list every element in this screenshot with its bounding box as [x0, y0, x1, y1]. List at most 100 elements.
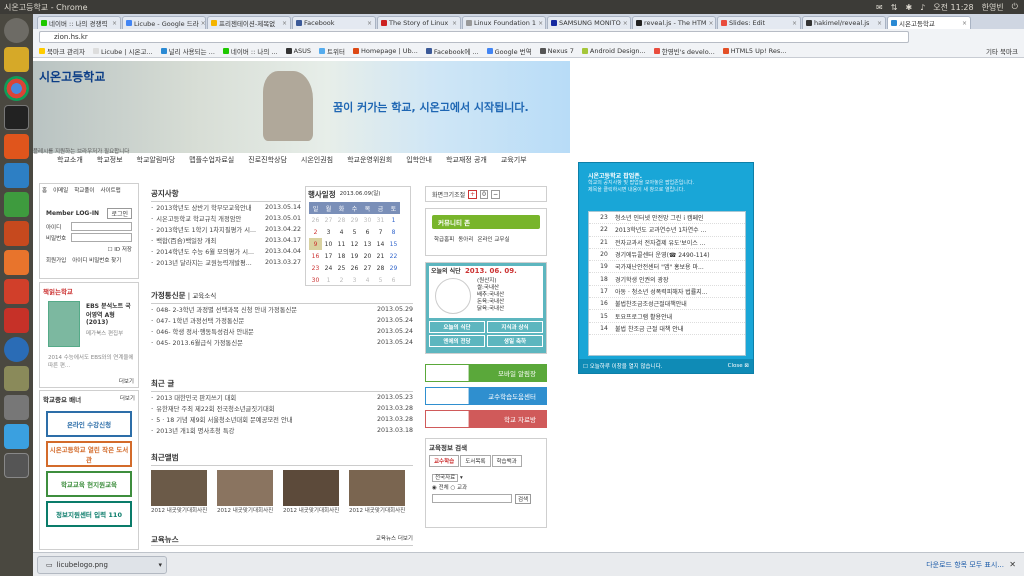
- power-icon[interactable]: ⏻: [1012, 2, 1018, 12]
- calendar-date[interactable]: 23: [309, 262, 322, 274]
- calendar-date[interactable]: 20: [361, 250, 374, 262]
- calendar-date[interactable]: 30: [361, 214, 374, 226]
- terminal-icon[interactable]: [4, 105, 29, 130]
- tab-close-icon[interactable]: ×: [201, 20, 205, 27]
- popup-row[interactable]: 14 불법 찬조금 근절 대책 안내: [589, 323, 745, 335]
- ubuntu-one-icon[interactable]: [4, 279, 29, 304]
- tab-close-icon[interactable]: ×: [367, 20, 372, 27]
- community-link[interactable]: 동아리: [458, 235, 473, 243]
- tab-close-icon[interactable]: ×: [112, 20, 117, 27]
- calendar-date[interactable]: 29: [348, 214, 361, 226]
- popup-row-title[interactable]: 불법 찬조금 근절 대책 안내: [615, 324, 683, 333]
- zoom-reset-button[interactable]: 0: [480, 189, 488, 199]
- tab-close-icon[interactable]: ×: [282, 20, 287, 27]
- files-icon[interactable]: [4, 47, 29, 72]
- calendar-date[interactable]: 19: [348, 250, 361, 262]
- banners-more[interactable]: 더보기: [120, 394, 135, 404]
- writer-icon[interactable]: [4, 163, 29, 188]
- nav-item[interactable]: 학교소개: [57, 155, 83, 165]
- tab[interactable]: Licube - Google 드라 ×: [122, 16, 206, 29]
- tab[interactable]: Facebook ×: [292, 16, 376, 29]
- tab-close-icon[interactable]: ×: [623, 20, 628, 27]
- meal-button[interactable]: 오늘의 식단: [429, 321, 485, 333]
- calendar-date[interactable]: 30: [309, 274, 322, 286]
- popup-row-title[interactable]: 국가재난안전센터 "앱" 홍보용 마...: [615, 262, 704, 271]
- bookmark[interactable]: Licube | 시온고...: [92, 46, 153, 56]
- nav-item[interactable]: 맵플수업자료실: [189, 155, 234, 165]
- popup-row-title[interactable]: 경기에듀콜센터 운영(☎ 2490-114): [615, 250, 710, 259]
- popup-row[interactable]: 19 국가재난안전센터 "앱" 홍보용 마...: [589, 261, 745, 274]
- search-tab[interactable]: 교수학습: [429, 455, 460, 467]
- list-item[interactable]: · 045- 2013.6월급식 가정통신문 2013.05.24: [151, 337, 413, 348]
- network-icon[interactable]: ⇅: [891, 3, 898, 12]
- popup-close-button[interactable]: Close ⊠: [728, 363, 749, 369]
- tab[interactable]: Linux Foundation 1 ×: [462, 16, 546, 29]
- calendar-date[interactable]: 21: [374, 250, 387, 262]
- list-item-title[interactable]: 시온고등학교 학교규칙 개정암안: [156, 214, 265, 223]
- popup-row[interactable]: 20 경기에듀콜센터 운영(☎ 2490-114): [589, 249, 745, 262]
- calendar-date[interactable]: 11: [335, 238, 348, 250]
- edu-news-more[interactable]: 교육뉴스 더보기: [376, 534, 413, 545]
- list-item[interactable]: · 2013년 개1회 명사초청 특강 2013.03.18: [151, 425, 413, 436]
- url-input[interactable]: zion.hs.kr: [39, 30, 909, 43]
- list-item[interactable]: · 2013년 달라지는 교원능력개발평... 2013.03.27: [151, 257, 301, 268]
- clock[interactable]: 오전 11:28: [933, 2, 973, 13]
- bookmark[interactable]: Android Design...: [581, 47, 646, 55]
- album-photo[interactable]: [217, 470, 273, 506]
- chrome-icon[interactable]: [4, 76, 29, 101]
- community-link[interactable]: 학급홈피: [434, 235, 454, 243]
- album-photo[interactable]: [283, 470, 339, 506]
- list-item[interactable]: · 백합(百合)백일장 개최 2013.04.17: [151, 235, 301, 246]
- list-item[interactable]: · 2013학년도 1학기 1차지필평가 시... 2013.04.22: [151, 224, 301, 235]
- popup-dont-show[interactable]: ☐ 오늘하루 이창을 열지 않습니다.: [583, 362, 662, 370]
- book-cover[interactable]: [48, 301, 80, 347]
- tab-close-icon[interactable]: ×: [709, 20, 714, 27]
- meal-button[interactable]: 생일 축하: [487, 335, 543, 347]
- bookmark[interactable]: Google 번역: [486, 46, 532, 56]
- bookmark[interactable]: 한영빈's develo...: [653, 46, 715, 56]
- list-item[interactable]: · 유한재단 주최 제22회 전국청소년글짓기대회 2013.03.28: [151, 403, 413, 414]
- calendar-date[interactable]: 26: [309, 214, 322, 226]
- popup-row-title[interactable]: 토요프로그램 활용안내: [615, 312, 672, 321]
- bookmark[interactable]: ASUS: [285, 47, 311, 55]
- volume-icon[interactable]: ♪: [920, 3, 925, 12]
- popup-row-title[interactable]: 아동 · 청소년 성폭력피해자 법률지...: [615, 287, 708, 296]
- list-item[interactable]: · 046- 학생 정서·행동특성검사 안내문 2013.05.24: [151, 326, 413, 337]
- tab[interactable]: Slides: Edit ×: [717, 16, 801, 29]
- bookmark[interactable]: 북마크 관리자: [39, 46, 85, 56]
- list-item[interactable]: · 5 · 18 기념 제9회 서울청소년대회 문예공모전 안내 2013.03.2…: [151, 414, 413, 425]
- nav-item[interactable]: 학교정보: [97, 155, 123, 165]
- nav-item[interactable]: 학교알림마당: [137, 155, 176, 165]
- list-item-title[interactable]: 백합(百合)백일장 개최: [156, 236, 265, 245]
- popup-row-title[interactable]: 2013학년도 교과연수년 1차연수 ...: [615, 225, 706, 234]
- firefox-icon[interactable]: [4, 134, 29, 159]
- mail-icon[interactable]: ✉: [876, 3, 883, 12]
- user-name[interactable]: 한영빈: [982, 2, 1004, 13]
- radio-all[interactable]: ◉ 전체: [432, 485, 449, 491]
- popup-row[interactable]: 17 아동 · 청소년 성폭력피해자 법률지...: [589, 286, 745, 299]
- search-tab[interactable]: 도서목록: [460, 455, 491, 467]
- popup-row[interactable]: 21 전자교과서 전자결제 유도'보이스 ...: [589, 237, 745, 249]
- album-item[interactable]: 2012 내곳맞기대회사진: [349, 470, 405, 514]
- calendar-date[interactable]: 28: [335, 214, 348, 226]
- nav-item[interactable]: 학교운영위원회: [347, 155, 392, 165]
- settings-icon[interactable]: [4, 308, 29, 333]
- bluetooth-icon[interactable]: ✱: [905, 3, 912, 12]
- tab[interactable]: 네이버 :: 나의 경쟁력 ×: [37, 16, 121, 29]
- tab-close-icon[interactable]: ×: [962, 20, 967, 27]
- calendar-date[interactable]: 9: [309, 238, 322, 250]
- quick-link-banner[interactable]: 모바일 알림장: [425, 364, 547, 382]
- tab[interactable]: hakimel/reveal.js ×: [802, 16, 886, 29]
- calendar-date[interactable]: 8: [387, 226, 400, 238]
- calendar-date[interactable]: 2: [309, 226, 322, 238]
- calendar-date[interactable]: 29: [387, 262, 400, 274]
- bookmark[interactable]: 네이버 :: 나의 ...: [222, 46, 278, 56]
- popup-row-title[interactable]: 청소년 인터넷 안전망 그린 i 캠페인: [615, 213, 703, 222]
- calendar-date[interactable]: 18: [335, 250, 348, 262]
- login-button[interactable]: 로그인: [107, 208, 132, 219]
- list-item[interactable]: · 048- 2-3학년 과정별 선택과목 신청 안내 가정통신문 2013.05.…: [151, 304, 413, 315]
- calendar-date[interactable]: 28: [374, 262, 387, 274]
- calendar-date[interactable]: 22: [387, 250, 400, 262]
- calendar-date[interactable]: 27: [322, 214, 335, 226]
- tab[interactable]: 시온고등학교 ×: [887, 16, 971, 29]
